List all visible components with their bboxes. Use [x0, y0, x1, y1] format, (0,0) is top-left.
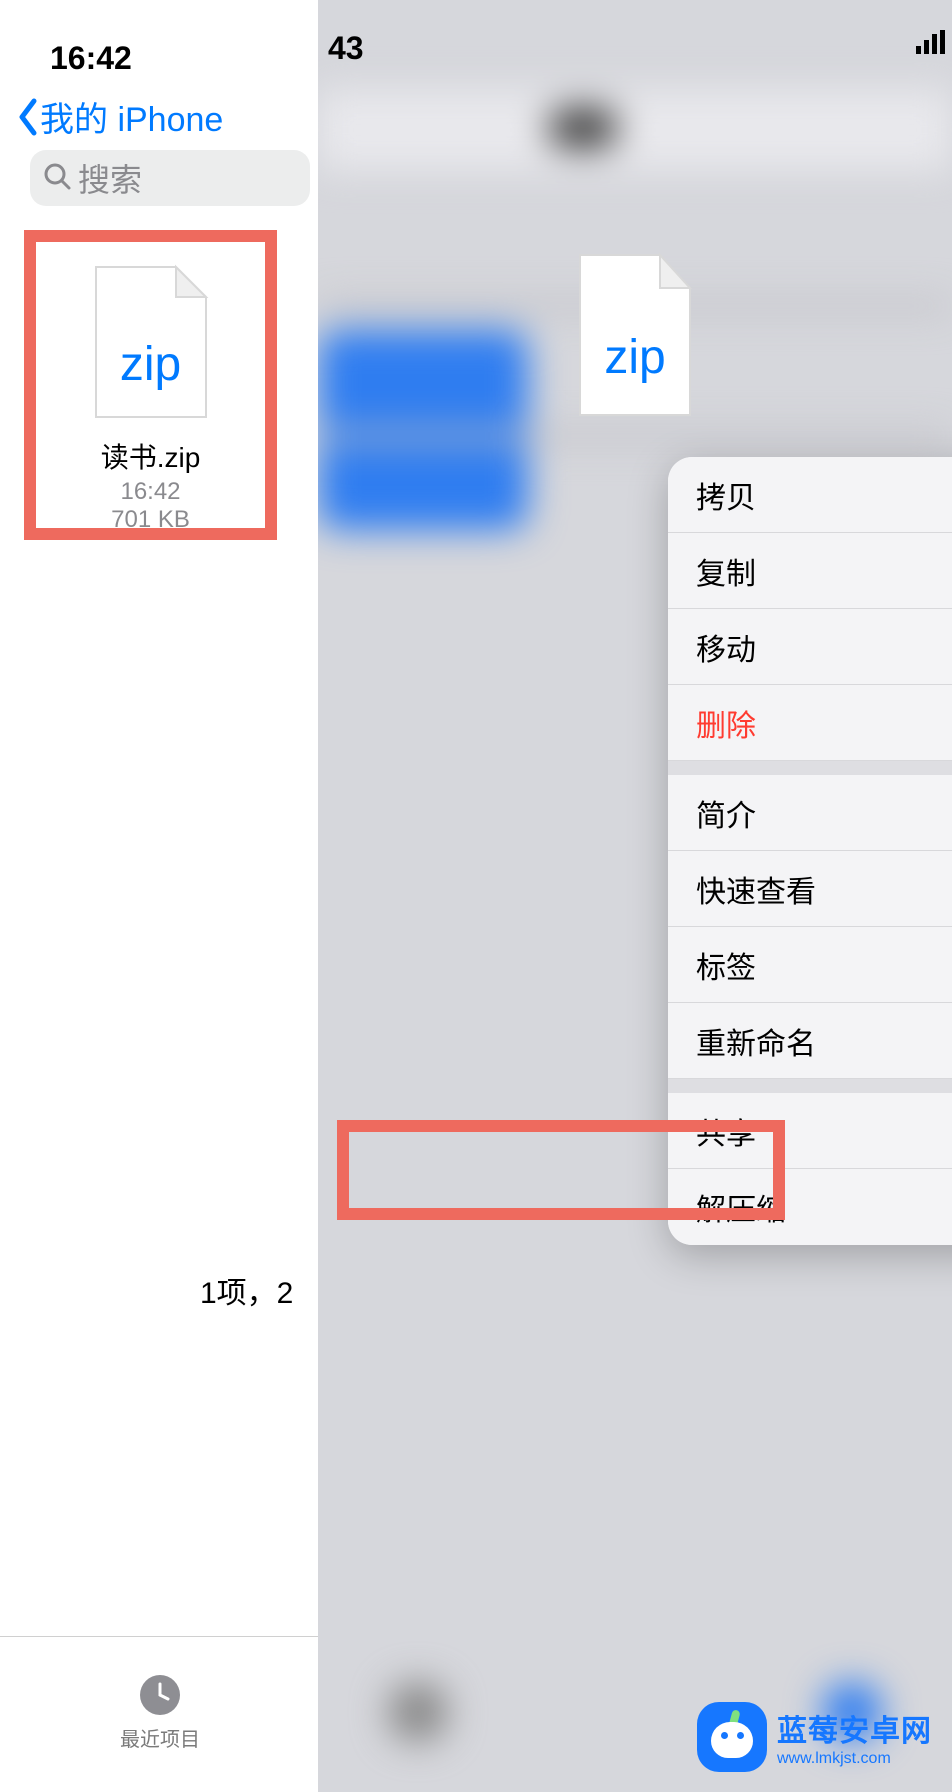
search-placeholder: 搜索	[78, 155, 142, 201]
preview-zip-icon: zip	[570, 250, 700, 420]
menu-separator	[668, 761, 952, 775]
files-list-panel: 16:42 我的 iPhone 搜索 zip 读书.zip 16:42	[0, 0, 320, 1792]
file-time: 16:42	[120, 478, 180, 506]
file-item[interactable]: zip 读书.zip 16:42 701 KB	[24, 230, 277, 540]
file-name: 读书.zip	[101, 436, 201, 476]
menu-info[interactable]: 简介	[668, 775, 952, 851]
menu-rename-label: 重新命名	[696, 1019, 816, 1063]
menu-move[interactable]: 移动	[668, 609, 952, 685]
menu-delete-label: 删除	[696, 701, 756, 745]
menu-info-label: 简介	[696, 791, 756, 835]
back-button[interactable]: 我的 iPhone	[16, 92, 223, 141]
menu-uncompress-label: 解压缩	[696, 1185, 786, 1229]
menu-separator	[668, 1079, 952, 1093]
file-size: 701 KB	[111, 506, 190, 534]
menu-quicklook[interactable]: 快速查看	[668, 851, 952, 927]
chevron-left-icon	[16, 97, 38, 137]
watermark-sub: www.lmkjst.com	[777, 1750, 932, 1768]
menu-move-label: 移动	[696, 625, 756, 669]
status-clock: 16:42	[50, 40, 132, 77]
context-menu-panel: 43 zip 拷贝 复制 移动 删除	[318, 0, 952, 1792]
watermark: 蓝莓安卓网 www.lmkjst.com	[697, 1702, 932, 1772]
menu-duplicate-label: 复制	[696, 549, 756, 593]
watermark-title: 蓝莓安卓网	[777, 1706, 932, 1750]
context-menu: 拷贝 复制 移动 删除 简介 快速查看	[668, 457, 952, 1245]
menu-copy-label: 拷贝	[696, 473, 756, 517]
tab-recents-label: 最近项目	[0, 1723, 320, 1752]
status-clock-right: 43	[328, 30, 364, 67]
menu-uncompress[interactable]: 解压缩	[668, 1169, 952, 1245]
menu-tags[interactable]: 标签	[668, 927, 952, 1003]
menu-share[interactable]: 共享	[668, 1093, 952, 1169]
menu-tags-label: 标签	[696, 943, 756, 987]
divider	[0, 1636, 320, 1637]
menu-share-label: 共享	[696, 1109, 756, 1153]
menu-quicklook-label: 快速查看	[696, 867, 816, 911]
preview-ext-label: zip	[570, 330, 700, 385]
menu-duplicate[interactable]: 复制	[668, 533, 952, 609]
search-icon	[42, 161, 72, 196]
clock-icon	[138, 1673, 182, 1717]
signal-icon	[916, 30, 946, 59]
zip-file-icon: zip	[86, 262, 216, 422]
file-ext-label: zip	[86, 337, 216, 392]
search-input[interactable]: 搜索	[30, 150, 310, 206]
watermark-logo-icon	[697, 1702, 767, 1772]
menu-delete[interactable]: 删除	[668, 685, 952, 761]
back-label: 我的 iPhone	[40, 92, 223, 141]
menu-copy[interactable]: 拷贝	[668, 457, 952, 533]
item-count: 1项，2	[200, 1268, 293, 1312]
menu-rename[interactable]: 重新命名	[668, 1003, 952, 1079]
tab-recents[interactable]: 最近项目	[0, 1673, 320, 1752]
